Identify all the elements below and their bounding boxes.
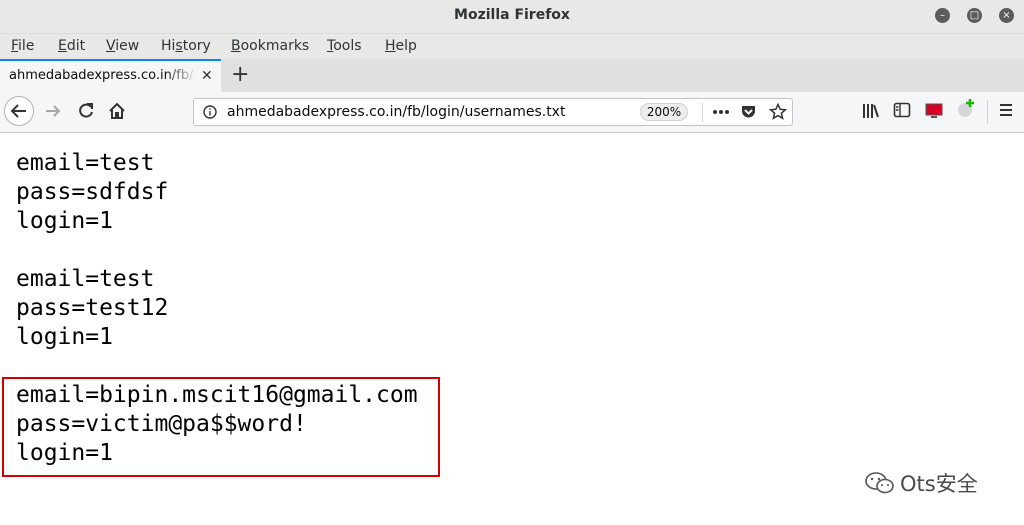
watermark-text: Ots安全 xyxy=(900,472,978,496)
maximize-icon[interactable]: □ xyxy=(967,8,982,23)
tab-close-icon[interactable]: ✕ xyxy=(201,68,213,84)
back-button[interactable] xyxy=(4,96,34,126)
bookmark-star-icon[interactable] xyxy=(769,103,787,121)
zoom-indicator[interactable]: 200% xyxy=(640,103,688,121)
url-bar[interactable]: ahmedabadexpress.co.in/fb/login/username… xyxy=(193,98,793,126)
extension-add-icon[interactable] xyxy=(955,97,977,121)
tab-title-fade xyxy=(165,65,197,87)
text-line: login=1 xyxy=(16,208,113,234)
menu-tools[interactable]: Tools xyxy=(327,38,362,54)
tab-active[interactable]: ahmedabadexpress.co.in/fb/login/username… xyxy=(0,59,221,92)
title-bar: Mozilla Firefox – □ × xyxy=(0,0,1024,34)
page-actions-icon[interactable] xyxy=(712,105,730,119)
forward-arrow-icon[interactable] xyxy=(43,101,63,121)
tab-strip: ahmedabadexpress.co.in/fb/login/username… xyxy=(0,59,1024,93)
menu-file[interactable]: File xyxy=(11,38,34,54)
wechat-icon xyxy=(865,472,894,494)
text-line: login=1 xyxy=(16,324,113,350)
hamburger-menu-icon[interactable] xyxy=(997,101,1015,119)
reload-icon[interactable] xyxy=(76,101,96,121)
highlight-box xyxy=(2,377,440,477)
info-icon[interactable] xyxy=(203,105,217,119)
watermark: Ots安全 xyxy=(852,462,1012,518)
home-icon[interactable] xyxy=(107,101,127,121)
url-text[interactable]: ahmedabadexpress.co.in/fb/login/username… xyxy=(227,104,565,120)
menu-bookmarks[interactable]: Bookmarks xyxy=(231,38,309,54)
text-line: pass=test12 xyxy=(16,295,169,321)
text-line: email=test xyxy=(16,150,155,176)
toolbar-separator xyxy=(987,100,988,124)
new-tab-icon[interactable]: + xyxy=(231,62,249,87)
text-line: email=test xyxy=(16,266,155,292)
sidebar-icon[interactable] xyxy=(893,101,911,119)
back-arrow-icon xyxy=(10,104,26,118)
close-icon[interactable]: × xyxy=(999,8,1014,23)
screen-extension-icon[interactable] xyxy=(924,101,944,121)
navigation-bar: ahmedabadexpress.co.in/fb/login/username… xyxy=(0,92,1024,133)
menu-help[interactable]: Help xyxy=(385,38,417,54)
menu-view[interactable]: View xyxy=(106,38,139,54)
menu-bar: File Edit View History Bookmarks Tools H… xyxy=(0,34,1024,59)
window-title: Mozilla Firefox xyxy=(454,7,570,23)
library-icon[interactable] xyxy=(861,101,881,121)
minimize-icon[interactable]: – xyxy=(935,8,950,23)
menu-history[interactable]: History xyxy=(161,38,211,54)
urlbar-separator xyxy=(702,103,703,122)
menu-edit[interactable]: Edit xyxy=(58,38,85,54)
pocket-icon[interactable] xyxy=(740,104,757,120)
text-line: pass=sdfdsf xyxy=(16,179,169,205)
